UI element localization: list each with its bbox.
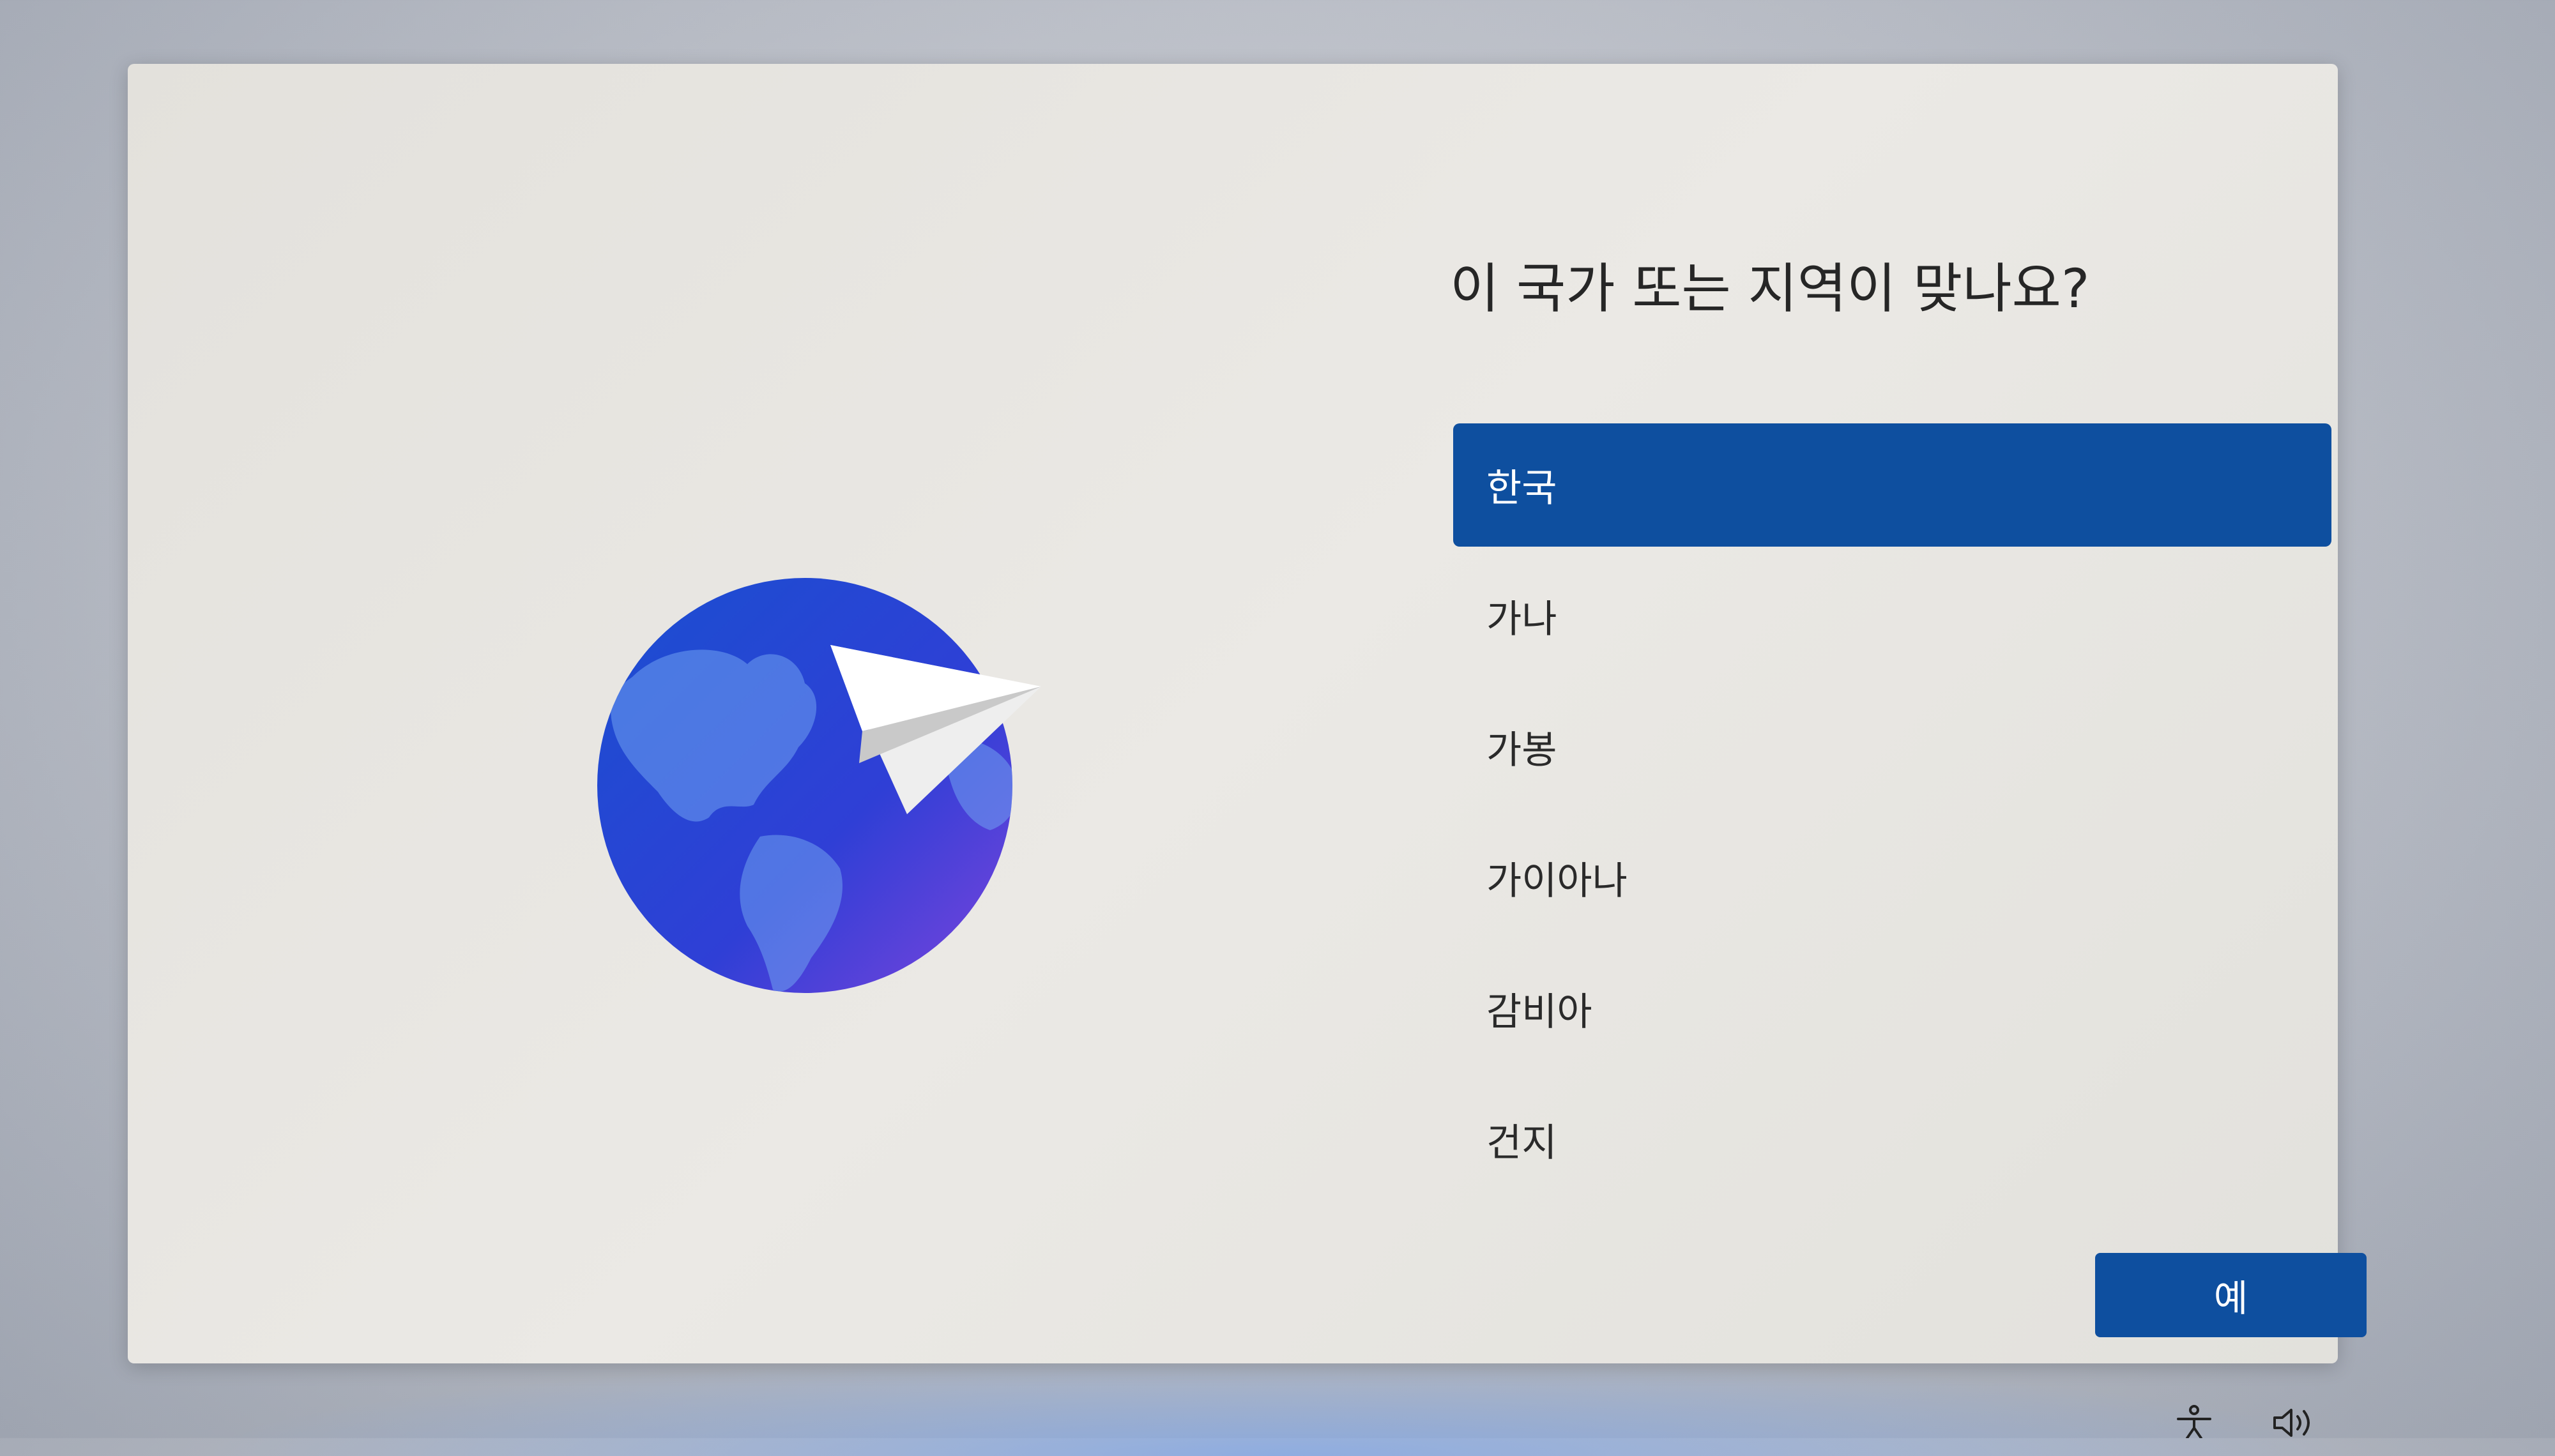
region-option-gambia[interactable]: 감비아 bbox=[1453, 947, 2331, 1070]
region-option-ghana[interactable]: 가나 bbox=[1453, 554, 2331, 678]
region-option-korea[interactable]: 한국 bbox=[1453, 423, 2331, 547]
taskbar-glow bbox=[192, 1354, 2363, 1456]
volume-icon[interactable] bbox=[2271, 1405, 2315, 1438]
confirm-button[interactable]: 예 bbox=[2095, 1253, 2367, 1337]
globe-illustration bbox=[594, 568, 1054, 996]
region-list[interactable]: 한국 가나 가봉 가이아나 감비아 건지 bbox=[1453, 423, 2331, 1209]
region-option-gabon[interactable]: 가봉 bbox=[1453, 685, 2331, 808]
accessibility-icon[interactable] bbox=[2172, 1405, 2216, 1438]
page-title: 이 국가 또는 지역이 맞나요? bbox=[1450, 257, 2090, 320]
oobe-dialog: 이 국가 또는 지역이 맞나요? 한국 가나 가봉 가이아나 감비아 건지 예 bbox=[128, 64, 2367, 1363]
globe-with-paper-plane-icon bbox=[597, 578, 1041, 993]
region-option-guyana[interactable]: 가이아나 bbox=[1453, 816, 2331, 939]
region-option-guernsey[interactable]: 건지 bbox=[1453, 1078, 2331, 1201]
